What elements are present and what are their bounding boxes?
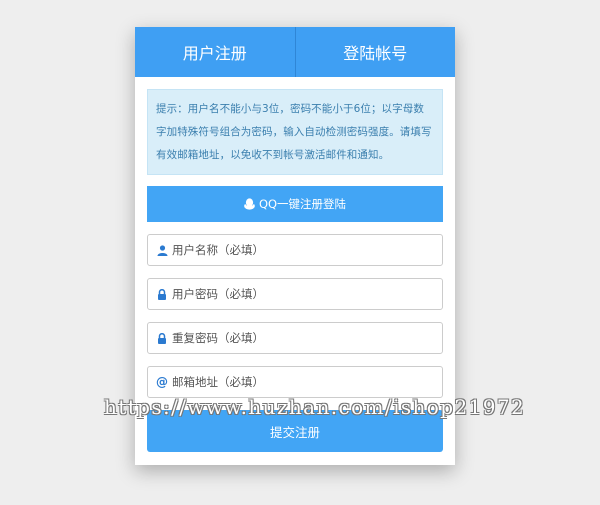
lock-icon bbox=[156, 288, 168, 300]
email-input[interactable] bbox=[172, 375, 432, 389]
tab-login[interactable]: 登陆帐号 bbox=[296, 27, 456, 77]
at-icon: @ bbox=[156, 375, 168, 389]
qq-register-button[interactable]: QQ一键注册登陆 bbox=[147, 186, 443, 222]
notice-box: 提示：用户名不能小与3位，密码不能小于6位；以字母数字加特殊符号组合为密码，输入… bbox=[147, 89, 443, 175]
qq-icon bbox=[244, 198, 255, 210]
user-icon bbox=[156, 244, 168, 256]
watermark-text: https://www.huzhan.com/ishop21972 bbox=[104, 395, 526, 419]
password-field-wrapper bbox=[147, 278, 443, 310]
confirm-password-input[interactable] bbox=[172, 331, 432, 345]
password-input[interactable] bbox=[172, 287, 432, 301]
qq-register-label: QQ一键注册登陆 bbox=[258, 197, 347, 211]
confirm-password-field-wrapper bbox=[147, 322, 443, 354]
tab-bar: 用户注册 登陆帐号 bbox=[135, 27, 455, 77]
lock-icon bbox=[156, 332, 168, 344]
username-input[interactable] bbox=[172, 243, 432, 257]
tab-register[interactable]: 用户注册 bbox=[135, 27, 296, 77]
username-field-wrapper bbox=[147, 234, 443, 266]
email-field-wrapper: @ bbox=[147, 366, 443, 398]
